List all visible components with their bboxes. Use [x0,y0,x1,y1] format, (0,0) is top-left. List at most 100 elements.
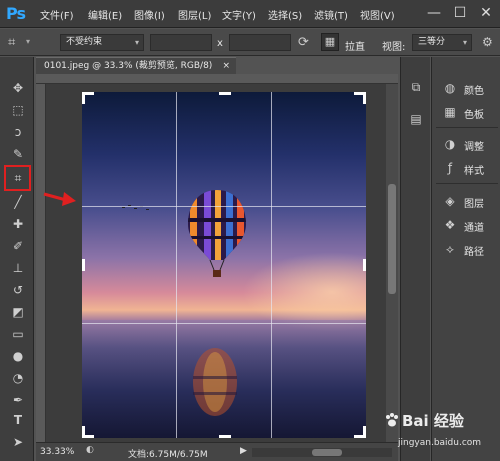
options-bar: ⌗ ▾ 不受约束 ▾ x ⟳ ▦ 拉直 视图: 三等分 ▾ ⚙ [0,29,500,56]
ruler-horizontal [36,74,398,84]
chevron-down-icon: ▾ [134,38,139,47]
view-label: 视图: [382,42,406,53]
crop-handle-left[interactable] [82,259,85,271]
menu-view[interactable]: 视图(V) [360,7,395,22]
crop-grid-line [82,323,366,324]
height-field[interactable] [229,34,291,51]
document-tab[interactable]: 0101.jpeg @ 33.3% (裁剪预览, RGB/8) × [36,57,236,74]
document-title: 0101.jpeg @ 33.3% (裁剪预览, RGB/8) [44,61,213,71]
crop-handle-top[interactable] [219,92,231,95]
menu-type[interactable]: 文字(Y) [222,7,256,22]
crop-tool-highlight [4,165,31,191]
move-tool-icon[interactable]: ✥ [9,79,27,97]
settings-gear-icon[interactable]: ⚙ [482,35,493,49]
close-button[interactable]: ✕ [476,3,496,23]
width-field[interactable] [150,34,212,51]
crop-handle-right[interactable] [363,259,366,271]
chevron-down-icon[interactable]: ▾ [26,37,30,46]
properties-icon[interactable]: ▤ [408,111,424,127]
zoom-level[interactable]: 33.33% [40,447,74,457]
palette-icon: ◍ [444,81,456,95]
bird [134,208,137,209]
photo-canvas[interactable] [82,92,366,438]
menu-bar: Ps 文件(F) 编辑(E) 图像(I) 图层(L) 文字(Y) 选择(S) 滤… [0,0,500,28]
menu-file[interactable]: 文件(F) [40,7,74,22]
healing-brush-tool-icon[interactable]: ✚ [9,215,27,233]
bird [146,209,149,210]
straighten-icon[interactable]: ▦ [321,33,339,51]
menu-select[interactable]: 选择(S) [268,7,302,22]
canvas-area[interactable] [46,84,386,442]
panel-divider [436,183,498,184]
crop-handle-bottom-left[interactable] [82,426,94,438]
panel-dock: ◍ 颜色 ▦ 色板 ◑ 调整 ƒ 样式 ◈ 图层 ❖ 通道 ⟡ 路径 [431,57,500,461]
eraser-tool-icon[interactable]: ◩ [9,303,27,321]
baidu-watermark: Bai 经验 jingyan.baidu.com [380,408,500,458]
bird [122,207,125,208]
crop-handle-top-right[interactable] [354,92,366,104]
path-select-tool-icon[interactable]: ➤ [9,433,27,451]
paw-icon [386,413,398,427]
panel-styles[interactable]: ƒ 样式 [438,157,498,179]
document-size: 文档:6.75M/6.75M [128,450,208,460]
pen-tool-icon[interactable]: ✒ [9,391,27,409]
horizontal-scroll-thumb[interactable] [312,449,342,456]
lasso-tool-icon[interactable]: ↄ [9,123,27,141]
crop-tool-preset-icon[interactable]: ⌗ [8,35,15,50]
photoshop-window: Ps 文件(F) 编辑(E) 图像(I) 图层(L) 文字(Y) 选择(S) 滤… [0,0,500,461]
panel-label: 通道 [464,223,484,234]
crop-handle-bottom[interactable] [219,435,231,438]
maximize-button[interactable]: ☐ [450,3,470,23]
ratio-select-value: 不受约束 [66,37,103,47]
crop-grid-line [82,206,366,207]
panel-paths[interactable]: ⟡ 路径 [438,238,498,260]
ratio-select[interactable]: 不受约束 ▾ [60,34,144,51]
styles-icon: ƒ [447,161,453,175]
gradient-tool-icon[interactable]: ▭ [9,325,27,343]
ruler-vertical [36,84,46,442]
clear-rotate-icon[interactable]: ⟳ [298,35,309,50]
history-icon[interactable]: ⧉ [408,79,424,95]
menu-filter[interactable]: 滤镜(T) [314,7,348,22]
view-overlay-value: 三等分 [418,37,446,47]
panel-label: 图层 [464,199,484,210]
status-menu-arrow-icon[interactable]: ▶ [240,446,247,456]
panel-divider [436,127,498,128]
ps-logo: Ps [6,4,26,23]
adjustments-icon: ◑ [444,137,456,151]
panel-adjustments[interactable]: ◑ 调整 [438,133,498,155]
crop-handle-bottom-right[interactable] [354,426,366,438]
eyedropper-tool-icon[interactable]: ╱ [9,193,27,211]
panel-layers[interactable]: ◈ 图层 [438,190,498,212]
view-overlay-select[interactable]: 三等分 ▾ [412,34,472,51]
history-brush-tool-icon[interactable]: ↺ [9,281,27,299]
marquee-tool-icon[interactable]: ⬚ [9,101,27,119]
channels-icon: ❖ [444,218,456,232]
balloon-reflection [193,348,237,416]
clone-stamp-tool-icon[interactable]: ⊥ [9,259,27,277]
panel-channels[interactable]: ❖ 通道 [438,214,498,236]
crop-grid-line [176,92,177,438]
toolbox: ✥ ⬚ ↄ ✎ ⌗ ╱ ✚ ✐ ⊥ ↺ ◩ ▭ ● ◔ ✒ T ➤ [0,57,34,461]
status-menu-icon[interactable]: ◐ [86,445,98,459]
menu-image[interactable]: 图像(I) [134,7,165,22]
brush-tool-icon[interactable]: ✐ [9,237,27,255]
panel-swatches[interactable]: ▦ 色板 [438,101,498,123]
chevron-down-icon: ▾ [462,38,467,47]
menu-layer[interactable]: 图层(L) [178,7,211,22]
panel-color[interactable]: ◍ 颜色 [438,77,498,99]
vertical-scroll-thumb[interactable] [388,184,396,294]
menu-edit[interactable]: 编辑(E) [88,7,122,22]
red-arrow-annotation [43,192,76,206]
crop-grid-line [271,92,272,438]
vertical-scrollbar[interactable] [386,84,398,442]
blur-tool-icon[interactable]: ● [9,347,27,365]
minimize-button[interactable]: — [424,3,444,23]
horizontal-scrollbar[interactable] [252,448,392,457]
close-tab-icon[interactable]: × [222,58,230,74]
crop-handle-top-left[interactable] [82,92,94,104]
dodge-tool-icon[interactable]: ◔ [9,369,27,387]
quick-select-tool-icon[interactable]: ✎ [9,145,27,163]
straighten-label[interactable]: 拉直 [345,38,365,53]
type-tool-icon[interactable]: T [9,411,27,429]
